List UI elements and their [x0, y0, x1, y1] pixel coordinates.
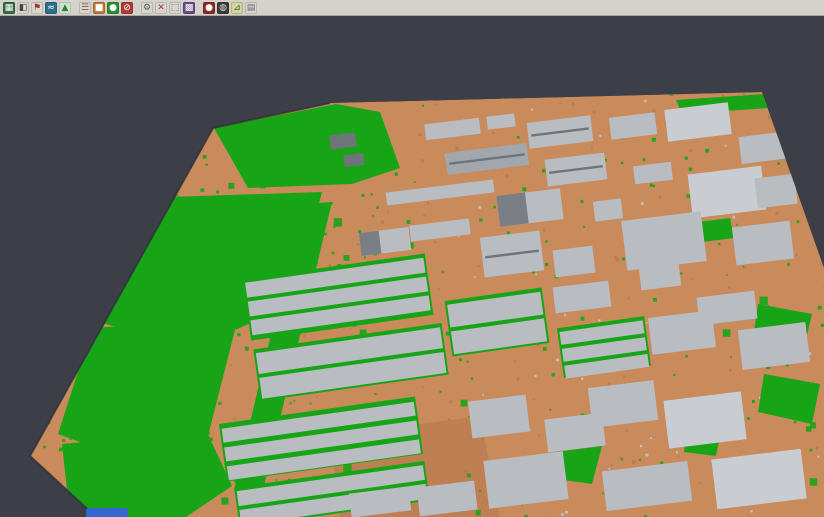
- shading-icon[interactable]: ◧: [17, 2, 29, 14]
- grid-small-icon[interactable]: ▤: [245, 2, 257, 14]
- water-icon[interactable]: ≈: [45, 2, 57, 14]
- globe-icon[interactable]: ◍: [217, 2, 229, 14]
- selection-frame-icon[interactable]: ⬚: [169, 2, 181, 14]
- layers-icon[interactable]: ☰: [79, 2, 91, 14]
- blue-object: [86, 508, 128, 517]
- measure-icon[interactable]: ⊿: [231, 2, 243, 14]
- palette-icon[interactable]: ▩: [183, 2, 195, 14]
- settings-gear-icon[interactable]: ⚙: [141, 2, 153, 14]
- scene-canvas[interactable]: [0, 16, 824, 517]
- vegetation-class-icon[interactable]: ●: [107, 2, 119, 14]
- ground-class-icon[interactable]: ■: [93, 2, 105, 14]
- stop-icon[interactable]: ⊘: [121, 2, 133, 14]
- record-icon[interactable]: ●: [203, 2, 215, 14]
- terrain-layer: [21, 87, 824, 517]
- toolbar: ▦◧⚑≈▲☰■●⊘⚙✕⬚▩●◍⊿▤: [0, 0, 824, 16]
- close-icon[interactable]: ✕: [155, 2, 167, 14]
- viewport-3d: [0, 16, 824, 517]
- image-icon[interactable]: ▲: [59, 2, 71, 14]
- terrain-view-icon[interactable]: ▦: [3, 2, 15, 14]
- flag-icon[interactable]: ⚑: [31, 2, 43, 14]
